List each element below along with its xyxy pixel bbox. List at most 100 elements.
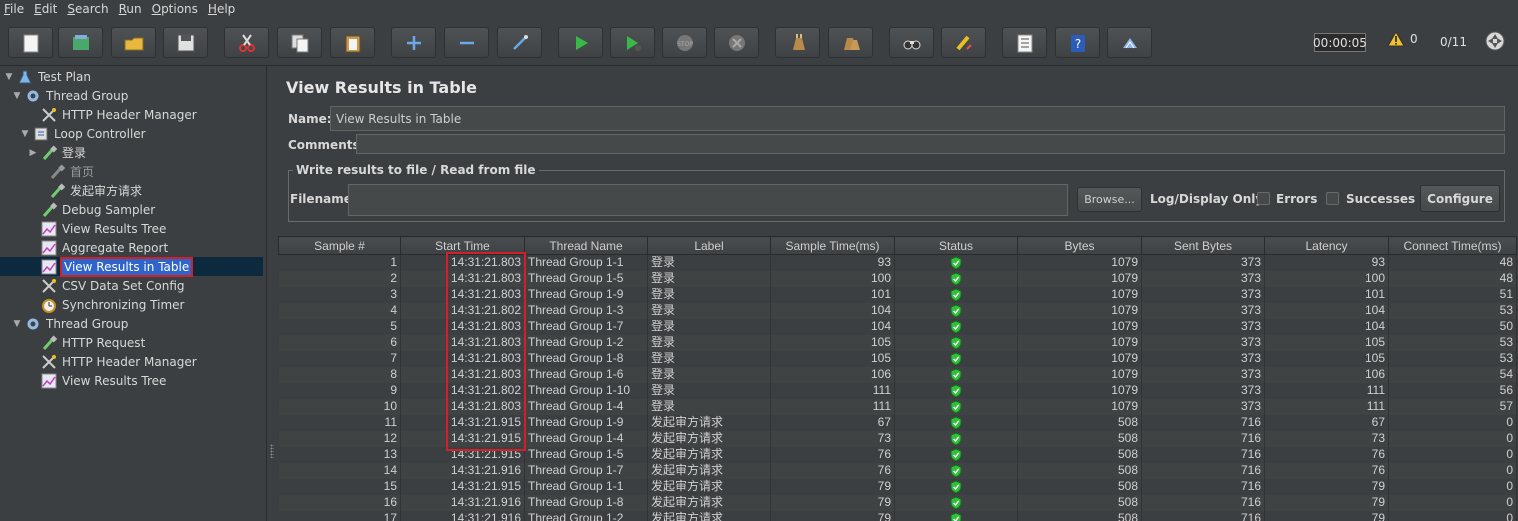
table-row[interactable]: 2 14:31:21.803 Thread Group 1-5 登录 100 1079 37… [278, 270, 1517, 287]
tree-item[interactable]: View Results Tree [28, 219, 166, 238]
cut-button[interactable] [224, 27, 269, 58]
svg-text:?: ? [1074, 37, 1080, 51]
table-cell: Thread Group 1-10 [524, 382, 648, 399]
table-cell: 508 [1017, 494, 1142, 511]
tree-item[interactable]: Debug Sampler [28, 200, 155, 219]
tree-item[interactable]: ▼ Thread Group [12, 314, 129, 333]
help-button[interactable]: ? [1055, 27, 1100, 58]
function-helper-button[interactable] [1002, 27, 1047, 58]
menu-file[interactable]: File [4, 2, 24, 16]
menu-help[interactable]: Help [208, 2, 235, 16]
table-row[interactable]: 15 14:31:21.915 Thread Group 1-1 发起审方请求 79 50… [278, 478, 1517, 495]
table-row[interactable]: 11 14:31:21.915 Thread Group 1-9 发起审方请求 67 50… [278, 414, 1517, 431]
column-header[interactable]: Sample Time(ms) [770, 236, 895, 255]
errors-label: Errors [1276, 192, 1318, 206]
tree-item[interactable]: 发起审方请求 [36, 181, 142, 200]
panel-splitter[interactable] [266, 66, 276, 521]
tree-item[interactable]: ▼ Loop Controller [20, 124, 146, 143]
table-row[interactable]: 12 14:31:21.915 Thread Group 1-4 发起审方请求 73 50… [278, 430, 1517, 447]
table-row[interactable]: 9 14:31:21.802 Thread Group 1-10 登录 111 1079 3… [278, 382, 1517, 399]
new-button[interactable] [8, 27, 53, 58]
tree-item[interactable]: ▼ Test Plan [4, 67, 91, 86]
paste-button[interactable] [330, 27, 375, 58]
success-shield-icon [950, 464, 962, 478]
errors-checkbox[interactable] [1257, 192, 1270, 205]
tree-item[interactable]: CSV Data Set Config [28, 276, 185, 295]
warning-indicator[interactable]: 0 [1387, 31, 1418, 47]
success-shield-icon [950, 368, 962, 382]
remote-status-icon[interactable] [1484, 30, 1506, 52]
filename-input[interactable] [348, 184, 1068, 216]
table-row[interactable]: 13 14:31:21.915 Thread Group 1-5 发起审方请求 76 50… [278, 446, 1517, 463]
copy-button[interactable] [277, 27, 322, 58]
reset-search-button[interactable] [941, 27, 986, 58]
column-header[interactable]: Connect Time(ms) [1388, 236, 1517, 255]
shutdown-button[interactable] [714, 27, 759, 58]
tree-item[interactable]: Synchronizing Timer [28, 295, 184, 314]
table-row[interactable]: 10 14:31:21.803 Thread Group 1-4 登录 111 1079 3… [278, 398, 1517, 415]
tree-item[interactable]: ▼ Thread Group [12, 86, 129, 105]
expanded-arrow-icon[interactable]: ▼ [20, 129, 30, 139]
toggle-button[interactable] [497, 27, 542, 58]
column-header[interactable]: Bytes [1017, 236, 1142, 255]
table-row[interactable]: 5 14:31:21.803 Thread Group 1-7 登录 104 1079 37… [278, 318, 1517, 335]
menu-options[interactable]: Options [152, 2, 198, 16]
search-button[interactable] [889, 27, 934, 58]
tree-item[interactable]: HTTP Request [28, 333, 145, 352]
tree-item[interactable]: HTTP Header Manager [28, 352, 197, 371]
start-button[interactable] [558, 27, 603, 58]
column-header[interactable]: Sent Bytes [1141, 236, 1265, 255]
table-row[interactable]: 16 14:31:21.916 Thread Group 1-8 发起审方请求 79 50… [278, 494, 1517, 511]
table-row[interactable]: 4 14:31:21.802 Thread Group 1-3 登录 104 1079 37… [278, 302, 1517, 319]
expanded-arrow-icon[interactable]: ▼ [12, 319, 22, 329]
table-row[interactable]: 7 14:31:21.803 Thread Group 1-8 登录 105 1079 37… [278, 350, 1517, 367]
table-cell: 5 [278, 318, 401, 335]
tree-item[interactable]: ▶ 登录 [28, 143, 86, 162]
menu-edit[interactable]: Edit [34, 2, 57, 16]
table-row[interactable]: 3 14:31:21.803 Thread Group 1-9 登录 101 1079 37… [278, 286, 1517, 303]
remote-button[interactable] [1107, 27, 1152, 58]
table-row[interactable]: 6 14:31:21.803 Thread Group 1-2 登录 105 1079 37… [278, 334, 1517, 351]
collapse-button[interactable] [444, 27, 489, 58]
table-cell: 1079 [1017, 270, 1142, 287]
column-header[interactable]: Latency [1264, 236, 1389, 255]
templates-button[interactable] [58, 27, 103, 58]
clear-button[interactable] [775, 27, 820, 58]
start-no-pause-button[interactable] [610, 27, 655, 58]
configure-button[interactable]: Configure [1420, 185, 1500, 212]
tree-item[interactable]: 首页 [36, 162, 94, 181]
collapsed-arrow-icon[interactable]: ▶ [28, 148, 38, 158]
tree-item[interactable]: View Results Tree [28, 371, 166, 390]
splitter-grip[interactable] [270, 444, 274, 458]
tree-item[interactable]: Aggregate Report [28, 238, 168, 257]
expand-button[interactable] [391, 27, 436, 58]
clear-all-button[interactable] [828, 27, 873, 58]
table-row[interactable]: 8 14:31:21.803 Thread Group 1-6 登录 106 1079 37… [278, 366, 1517, 383]
results-table-container[interactable]: Sample # Start Time Thread Name Label Sample… [278, 236, 1518, 521]
menu-run[interactable]: Run [119, 2, 142, 16]
expanded-arrow-icon[interactable]: ▼ [4, 72, 14, 82]
column-header[interactable]: Sample # [278, 236, 401, 255]
expanded-arrow-icon[interactable]: ▼ [12, 91, 22, 101]
menu-search[interactable]: Search [67, 2, 108, 16]
table-cell [894, 478, 1018, 495]
table-cell [894, 398, 1018, 415]
comments-field[interactable] [356, 134, 1505, 154]
pipette-icon [48, 182, 66, 200]
column-header[interactable]: Status [894, 236, 1018, 255]
column-header[interactable]: Label [647, 236, 771, 255]
save-button[interactable] [163, 27, 208, 58]
tree-item[interactable]: View Results in Table [0, 256, 263, 277]
table-row[interactable]: 17 14:31:21.916 Thread Group 1-2 发起审方请求 79 50… [278, 510, 1517, 521]
tree-item[interactable]: HTTP Header Manager [28, 105, 197, 124]
table-cell: 508 [1017, 414, 1142, 431]
open-button[interactable] [111, 27, 156, 58]
column-header[interactable]: Start Time [400, 236, 525, 255]
stop-button[interactable]: STOP [662, 27, 707, 58]
successes-checkbox[interactable] [1326, 192, 1339, 205]
table-row[interactable]: 14 14:31:21.916 Thread Group 1-7 发起审方请求 76 50… [278, 462, 1517, 479]
table-row[interactable]: 1 14:31:21.803 Thread Group 1-1 登录 93 1079 373… [278, 254, 1517, 271]
name-field[interactable]: View Results in Table [330, 106, 1505, 131]
browse-button[interactable]: Browse... [1077, 187, 1142, 212]
column-header[interactable]: Thread Name [524, 236, 648, 255]
